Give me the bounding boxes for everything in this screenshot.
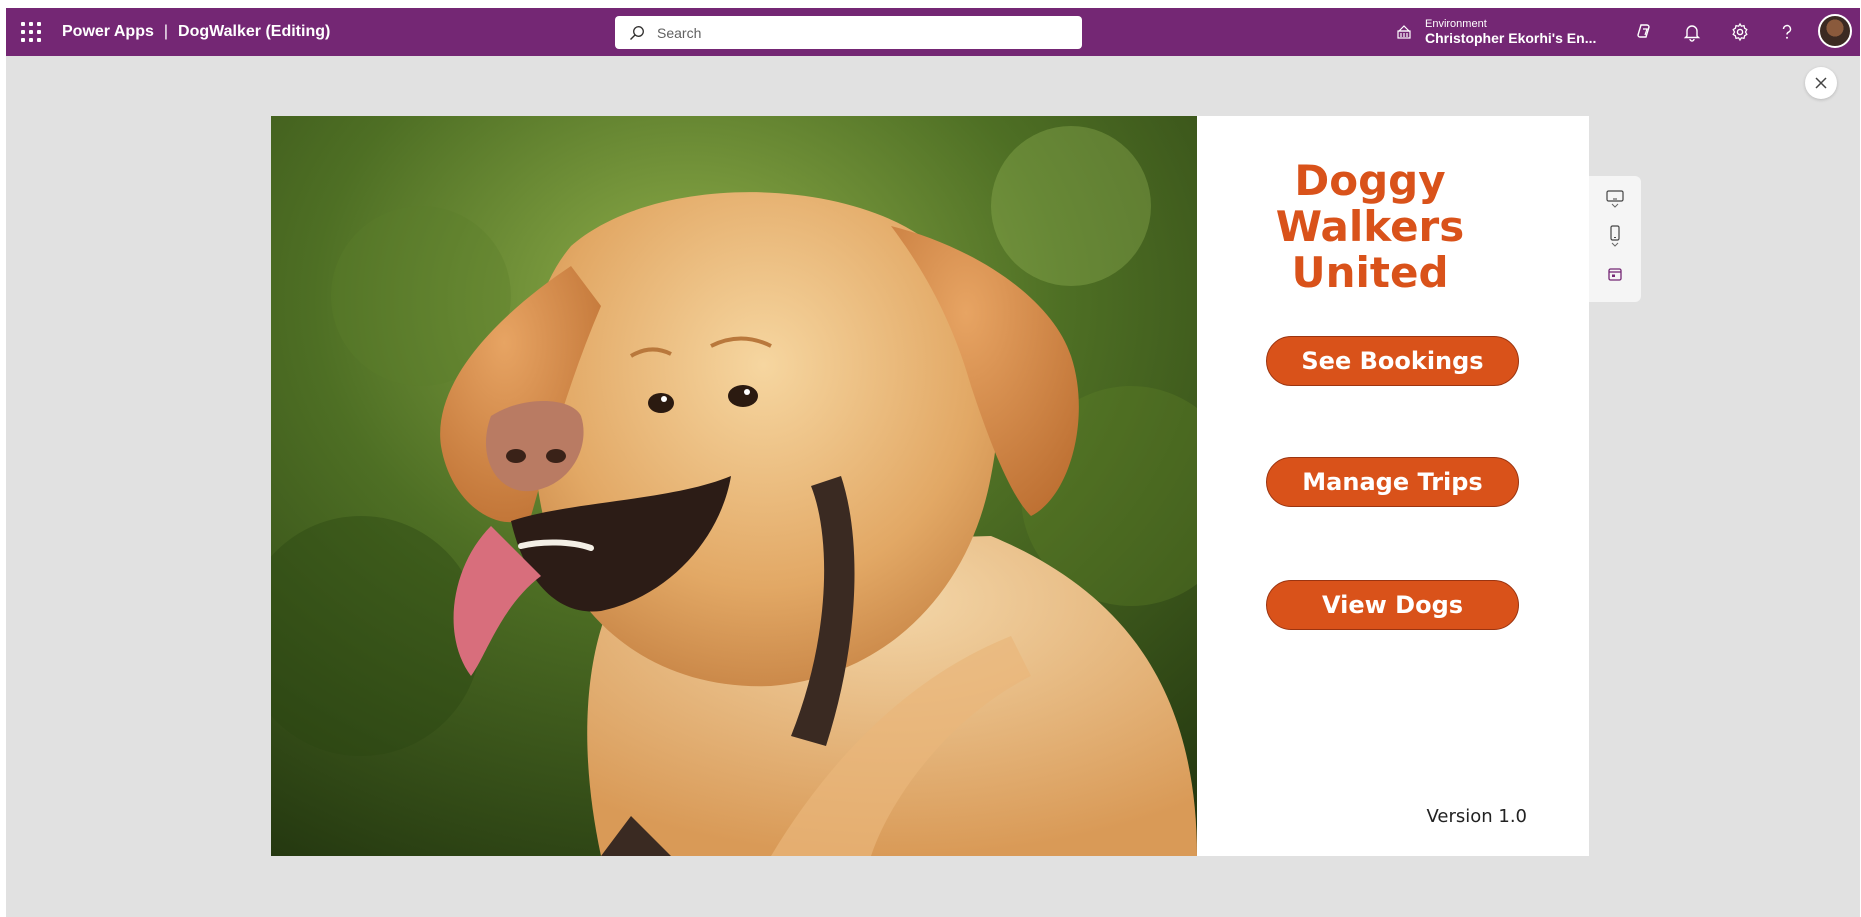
app-name[interactable]: Power Apps: [62, 23, 154, 41]
bell-icon[interactable]: [1678, 18, 1706, 46]
version-label: Version 1.0: [1426, 806, 1527, 827]
search-box[interactable]: Search: [615, 16, 1082, 49]
document-title: DogWalker (Editing): [178, 23, 331, 40]
calendar-icon[interactable]: [1603, 262, 1627, 286]
manage-trips-button[interactable]: Manage Trips: [1266, 457, 1519, 507]
help-icon[interactable]: [1773, 18, 1801, 46]
search-input[interactable]: Search: [657, 25, 701, 41]
user-avatar[interactable]: [1818, 14, 1852, 48]
title-line-2: United: [1291, 248, 1449, 297]
app-launcher-icon[interactable]: [18, 20, 42, 44]
title-line-1: Doggy Walkers: [1275, 156, 1465, 251]
title-separator: |: [163, 23, 169, 40]
view-dogs-button[interactable]: View Dogs: [1266, 580, 1519, 630]
dog-photo: [271, 116, 1197, 856]
top-bar: Power Apps | DogWalker (Editing) Search …: [6, 8, 1860, 56]
copilot-icon[interactable]: [1630, 18, 1658, 46]
search-icon: [630, 25, 644, 40]
app-title-heading: Doggy Walkers United: [1197, 158, 1543, 296]
gear-icon[interactable]: [1726, 18, 1754, 46]
environment-picker[interactable]: Environment Christopher Ekorhi's En...: [1395, 12, 1596, 52]
phone-layout-icon[interactable]: [1603, 224, 1627, 248]
workspace: Power Apps | DogWalker (Editing) Search …: [6, 8, 1860, 917]
environment-label: Environment: [1425, 17, 1487, 30]
close-button[interactable]: [1805, 67, 1837, 99]
app-panel: Doggy Walkers United See Bookings Manage…: [1197, 116, 1589, 856]
environment-name: Christopher Ekorhi's En...: [1425, 30, 1597, 47]
app-canvas: Doggy Walkers United See Bookings Manage…: [271, 116, 1589, 856]
close-icon: [1815, 77, 1827, 89]
tablet-layout-icon[interactable]: [1603, 186, 1627, 210]
environment-icon: [1397, 25, 1411, 39]
see-bookings-button[interactable]: See Bookings: [1266, 336, 1519, 386]
layout-toolbox: [1589, 176, 1641, 302]
app-title: Power Apps | DogWalker (Editing): [62, 8, 330, 56]
